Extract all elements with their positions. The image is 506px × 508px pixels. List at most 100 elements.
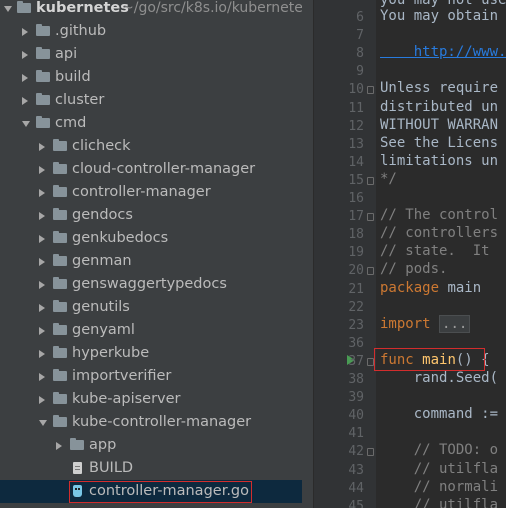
folder-icon <box>36 24 50 36</box>
code-line[interactable]: distributed un <box>380 99 498 115</box>
code-line[interactable]: See the Licens <box>380 135 498 151</box>
tree-item-gendocs[interactable]: gendocs <box>0 204 302 227</box>
line-number: 41 <box>348 426 364 442</box>
chevron-right-icon[interactable] <box>39 189 45 197</box>
code-line[interactable]: // utilfla <box>380 497 498 508</box>
code-line[interactable]: rand.Seed( <box>380 370 498 386</box>
tree-item-build[interactable]: build <box>0 66 302 89</box>
fold-marker-icon[interactable] <box>367 176 374 185</box>
fold-marker-icon[interactable] <box>367 267 374 276</box>
fold-marker-icon[interactable] <box>367 448 374 457</box>
tree-item-hyperkube[interactable]: hyperkube <box>0 342 302 365</box>
chevron-right-icon[interactable] <box>39 281 45 289</box>
code-line[interactable]: // TODO: o <box>380 442 498 458</box>
tree-item-genyaml[interactable]: genyaml <box>0 319 302 342</box>
code-line[interactable]: WITHOUT WARRAN <box>380 117 498 133</box>
code-line[interactable]: // normali <box>380 479 498 495</box>
code-line[interactable]: limitations un <box>380 153 498 169</box>
chevron-right-icon[interactable] <box>39 166 45 174</box>
tree-item-app[interactable]: app <box>0 434 302 457</box>
tree-item-label: .github <box>55 23 107 39</box>
code-line[interactable]: package main <box>380 280 481 296</box>
line-number: 14 <box>348 154 364 170</box>
tree-item-label: cluster <box>55 92 105 108</box>
tree-item-genutils[interactable]: genutils <box>0 296 302 319</box>
line-number: 8 <box>356 46 364 62</box>
code-line[interactable]: You may obtain <box>380 8 498 24</box>
folder-icon <box>53 254 67 266</box>
code-line[interactable]: http://www. <box>380 44 506 60</box>
tree-item--github[interactable]: .github <box>0 20 302 43</box>
tree-item-label: build <box>55 69 91 85</box>
chevron-right-icon[interactable] <box>56 442 62 450</box>
folded-import-block[interactable]: ... <box>439 314 471 333</box>
keyword: import <box>380 315 431 332</box>
folder-icon <box>17 1 31 13</box>
tree-item-api[interactable]: api <box>0 43 302 66</box>
tree-item-cmd[interactable]: cmd <box>0 112 302 135</box>
chevron-right-icon[interactable] <box>22 97 28 105</box>
chevron-right-icon[interactable] <box>39 373 45 381</box>
line-number: 45 <box>348 498 364 508</box>
folder-icon <box>53 415 67 427</box>
tree-item-genkubedocs[interactable]: genkubedocs <box>0 227 302 250</box>
tree-item-label: gendocs <box>72 207 133 223</box>
chevron-right-icon[interactable] <box>39 235 45 243</box>
chevron-down-icon[interactable] <box>4 6 12 12</box>
code-line[interactable]: import ... <box>380 314 471 333</box>
tree-item-clicheck[interactable]: clicheck <box>0 135 302 158</box>
chevron-right-icon[interactable] <box>39 350 45 358</box>
chevron-down-icon[interactable] <box>39 420 47 426</box>
fold-marker-icon[interactable] <box>367 86 374 95</box>
folder-icon <box>36 116 50 128</box>
tree-item-controller-manager[interactable]: controller-manager <box>0 181 302 204</box>
line-number: 15 <box>348 172 364 188</box>
line-number: 6 <box>356 10 364 25</box>
tree-root-row[interactable]: kubernetes ~/go/src/k8s.io/kubernetes <box>0 0 302 20</box>
chevron-right-icon[interactable] <box>39 396 45 404</box>
line-number: 10 <box>348 82 364 98</box>
folder-icon <box>53 346 67 358</box>
tree-item-build[interactable]: BUILD <box>0 457 302 480</box>
chevron-right-icon[interactable] <box>39 212 45 220</box>
tree-item-cluster[interactable]: cluster <box>0 89 302 112</box>
tree-item-cloud-controller-manager[interactable]: cloud-controller-manager <box>0 158 302 181</box>
code-line[interactable]: // pods. <box>380 261 447 277</box>
code-line[interactable]: Unless require <box>380 80 498 96</box>
chevron-right-icon[interactable] <box>39 327 45 335</box>
tree-item-kube-apiserver[interactable]: kube-apiserver <box>0 388 302 411</box>
chevron-right-icon[interactable] <box>39 258 45 266</box>
folder-icon <box>53 323 67 335</box>
chevron-right-icon[interactable] <box>39 143 45 151</box>
code-line[interactable]: // controllers <box>380 225 498 241</box>
folder-icon <box>36 70 50 82</box>
tree-item-label: hyperkube <box>72 345 150 361</box>
folder-icon <box>53 139 67 151</box>
tree-item-kube-controller-manager[interactable]: kube-controller-manager <box>0 411 302 434</box>
tree-item-importverifier[interactable]: importverifier <box>0 365 302 388</box>
tree-item-genman[interactable]: genman <box>0 250 302 273</box>
chevron-down-icon[interactable] <box>22 121 30 127</box>
code-line[interactable]: you may not use <box>380 0 506 8</box>
line-number: 21 <box>348 281 364 297</box>
folder-icon <box>70 438 84 450</box>
code-line[interactable]: // The control <box>380 207 498 223</box>
code-line[interactable]: // utilfla <box>380 461 498 477</box>
tree-item-label: kube-controller-manager <box>72 414 252 430</box>
chevron-right-icon[interactable] <box>22 28 28 36</box>
code-line[interactable]: command := <box>380 406 498 422</box>
code-line[interactable]: */ <box>380 171 397 187</box>
chevron-right-icon[interactable] <box>22 74 28 82</box>
code-editor[interactable]: you may not use 6 You may obtain 7 8 http://… <box>314 0 506 508</box>
fold-marker-icon[interactable] <box>367 357 374 366</box>
tree-item-label: controller-manager <box>72 184 211 200</box>
tree-item-genswaggertypedocs[interactable]: genswaggertypedocs <box>0 273 302 296</box>
chevron-right-icon[interactable] <box>39 304 45 312</box>
project-tree-panel: kubernetes ~/go/src/k8s.io/kubernetes .g… <box>0 0 302 508</box>
folder-icon <box>53 208 67 220</box>
line-number: 12 <box>348 118 364 134</box>
tree-item-label: genutils <box>72 299 130 315</box>
chevron-right-icon[interactable] <box>22 51 28 59</box>
fold-marker-icon[interactable] <box>367 213 374 222</box>
code-line[interactable]: // state. It <box>380 243 490 259</box>
